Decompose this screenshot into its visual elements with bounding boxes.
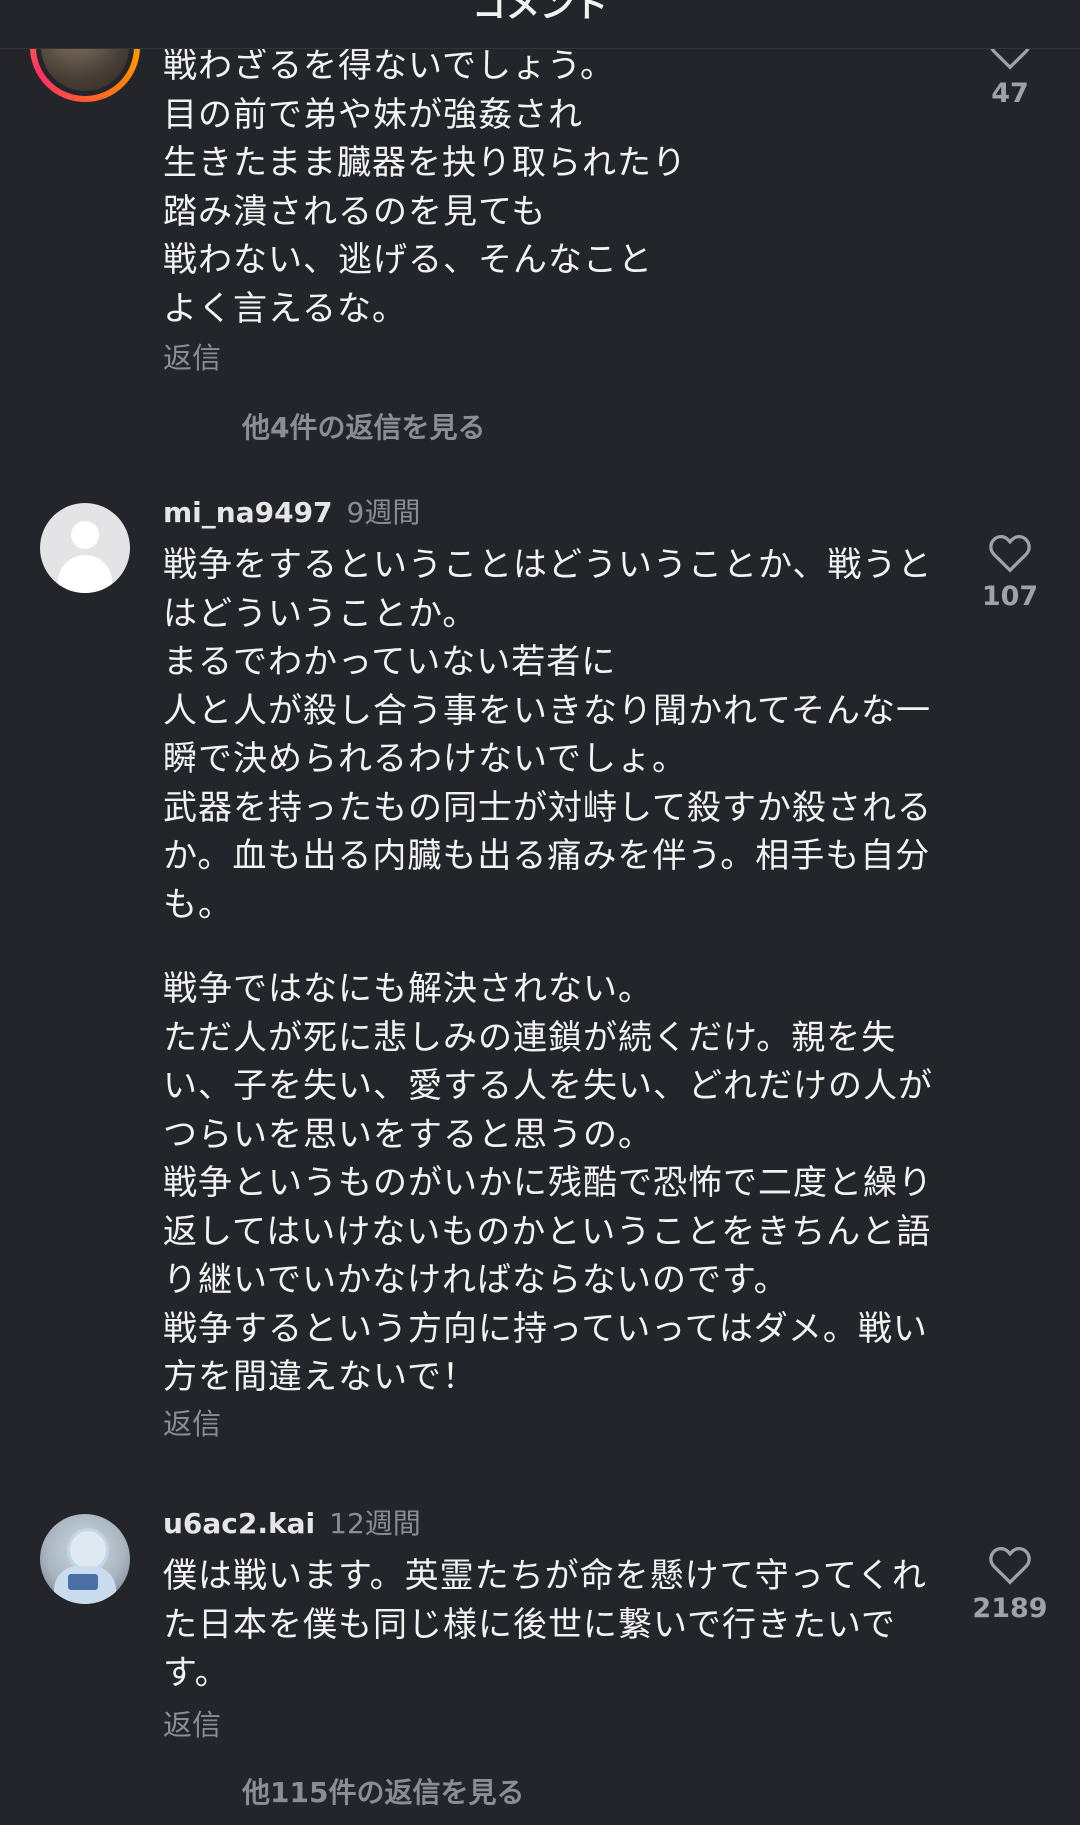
view-more-replies-button[interactable]: 他115件の返信を見る: [242, 1775, 524, 1811]
comment-age: 12週間: [329, 1507, 421, 1540]
like-count: 2189: [972, 1593, 1048, 1624]
default-avatar-body: [58, 555, 112, 593]
comment-line: 瞬で決められるわけないでしょ。: [163, 739, 687, 779]
default-avatar-head: [71, 521, 99, 549]
heart-outline-icon: [989, 1547, 1031, 1585]
comment-text: 戦争をするということはどういうことか、戦うと はどういうことか。 まるでわかって…: [163, 541, 943, 1402]
comment-line: い、子を失い、愛する人を失い、どれだけの人が: [163, 1066, 933, 1106]
comment-line: 踏み潰されるのを見ても: [163, 191, 547, 232]
comment-line: 戦わない、逃げる、そんなこと: [163, 240, 653, 280]
comment-text: 戦わざるを得ないでしょう。 目の前で弟や妹が強姦され 生きたまま臓器を抉り取られ…: [163, 42, 943, 333]
comments-header: コメント: [0, 0, 1080, 49]
username[interactable]: u6ac2.kai: [163, 1507, 315, 1540]
comment-line: 僕は戦います。英霊たちが命を懸けて守ってくれ: [163, 1556, 927, 1596]
comment-line: 戦争をするということはどういうことか、戦うと: [163, 545, 933, 585]
like-button[interactable]: 2189: [970, 1545, 1050, 1624]
comment-line: よく言えるな。: [163, 288, 407, 329]
like-count: 47: [991, 78, 1029, 109]
comment-line: まるでわかっていない若者に: [163, 642, 617, 682]
comment-line: 戦争というものがいかに残酷で恐怖で二度と繰り: [163, 1163, 933, 1203]
comment-line: つらいを思いをすると思うの。: [163, 1114, 653, 1155]
comment-line: す。: [163, 1653, 230, 1693]
comment-line: 戦わざるを得ないでしょう。: [163, 46, 615, 86]
reply-button[interactable]: 返信: [163, 1406, 221, 1442]
comment-line: 武器を持ったもの同士が対峙して殺すか殺される: [163, 787, 932, 828]
username[interactable]: mi_na9497: [163, 496, 333, 529]
comment-age: 9週間: [346, 496, 421, 529]
heart-outline-icon: [989, 535, 1031, 573]
like-count: 107: [981, 581, 1039, 612]
avatar[interactable]: [40, 1514, 130, 1604]
comment-text: 僕は戦います。英霊たちが命を懸けて守ってくれ た日本を僕も同じ様に後世に繋いで行…: [163, 1552, 943, 1698]
comment-line: 返してはいけないものかということをきちんと語: [163, 1211, 932, 1252]
comment-line: り継いでいかなければならないのです。: [163, 1260, 789, 1300]
comment-line: 方を間違えないで！: [163, 1357, 477, 1397]
reply-button[interactable]: 返信: [163, 1707, 221, 1743]
comment-line: も。: [163, 884, 233, 925]
reply-button[interactable]: 返信: [163, 340, 221, 376]
like-button[interactable]: 107: [970, 533, 1050, 612]
comment-meta: u6ac2.kai 12週間: [163, 1507, 421, 1541]
avatar-photo-device: [68, 1574, 98, 1590]
header-title: コメント: [472, 0, 608, 26]
comment-line: か。血も出る内臓も出る痛みを伴う。相手も自分: [163, 836, 931, 876]
comment-line: 目の前で弟や妹が強姦され: [163, 94, 583, 135]
comment-line: 戦争するという方向に持っていってはダメ。戦い: [163, 1308, 928, 1349]
comment-line: 生きたまま臓器を抉り取られたり: [163, 143, 687, 183]
comment-meta: mi_na9497 9週間: [163, 496, 420, 530]
comment-line: た日本を僕も同じ様に後世に繋いで行きたいで: [163, 1604, 896, 1645]
view-more-replies-button[interactable]: 他4件の返信を見る: [242, 410, 485, 446]
comment-line: [163, 929, 943, 965]
comment-line: 人と人が殺し合う事をいきなり聞かれてそんな一: [163, 690, 931, 731]
comment-line: ただ人が死に悲しみの連鎖が続くだけ。親を失: [163, 1017, 897, 1058]
comment-line: 戦争ではなにも解決されない。: [163, 969, 653, 1009]
comment-line: はどういうことか。: [163, 593, 478, 634]
avatar[interactable]: [40, 503, 130, 593]
